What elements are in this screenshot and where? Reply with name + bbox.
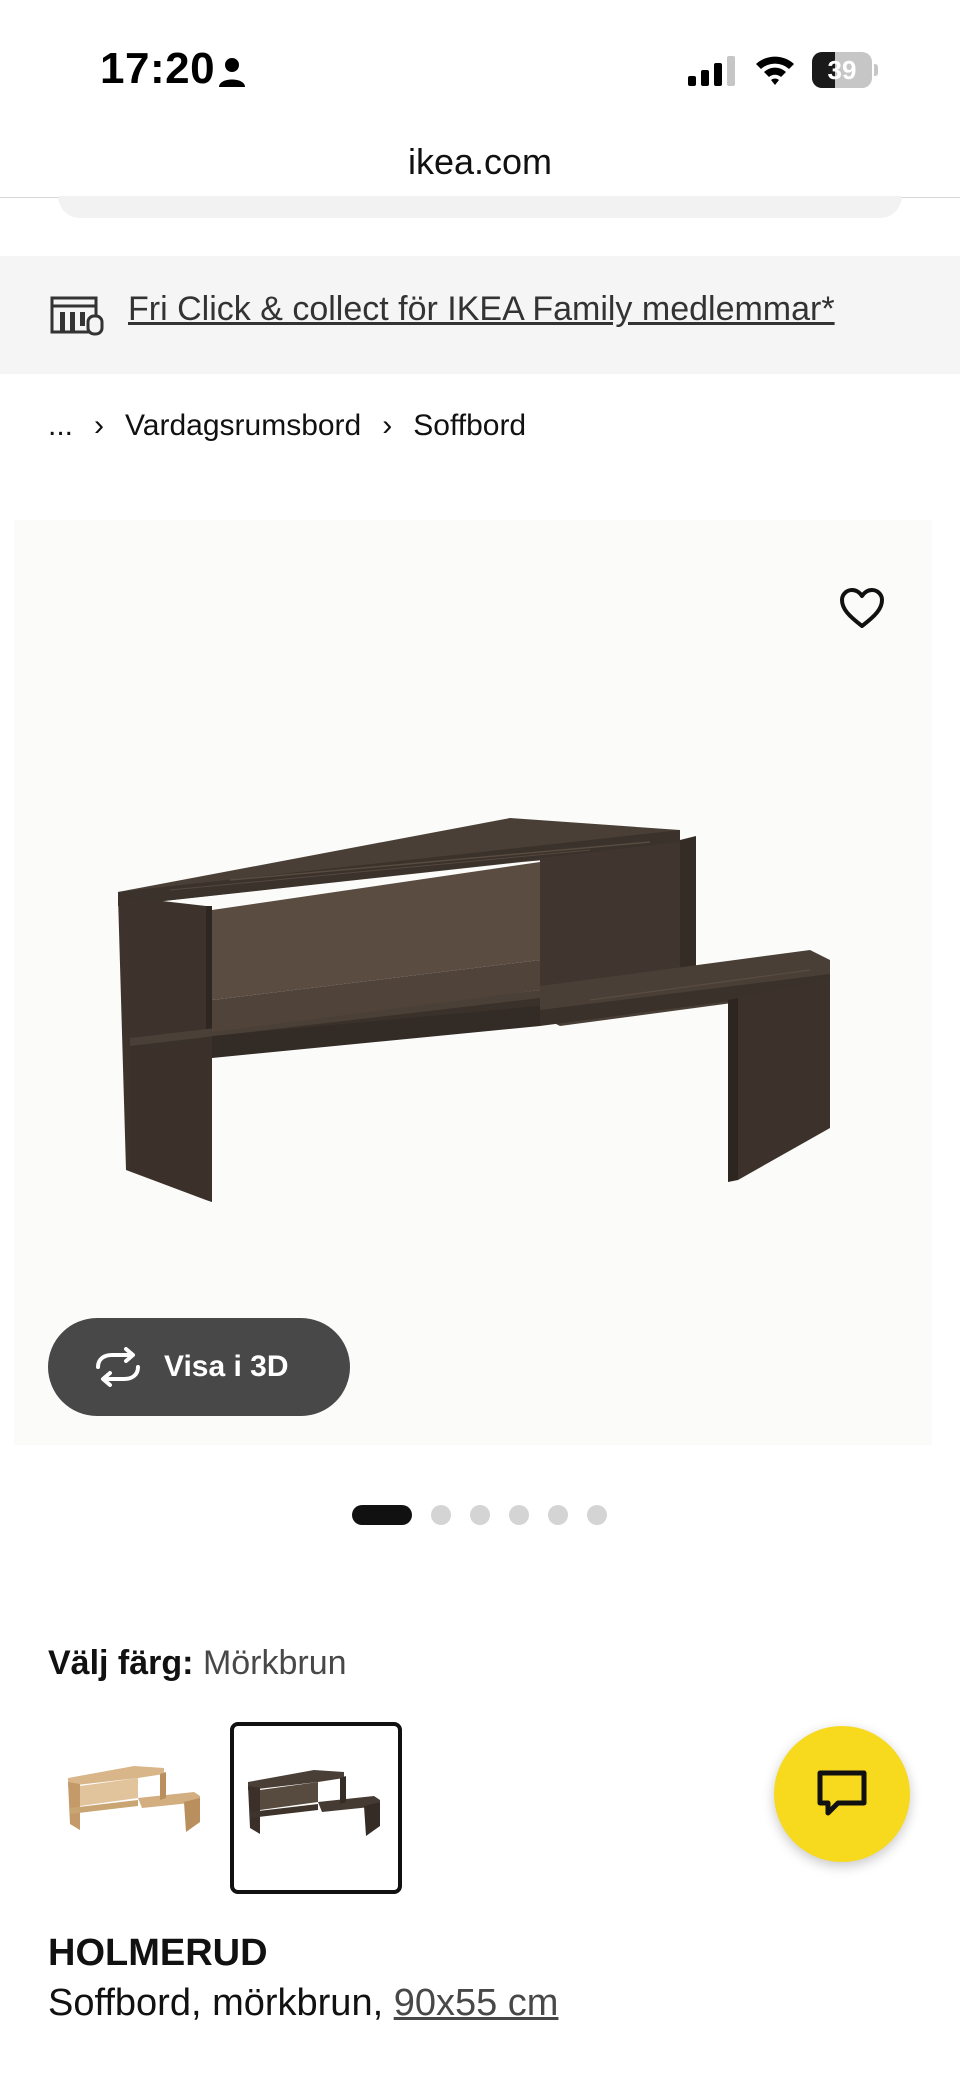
carousel-dot[interactable] (548, 1505, 568, 1525)
breadcrumb: ... › Vardagsrumsbord › Soffbord (48, 404, 526, 448)
favorite-button[interactable] (822, 568, 902, 648)
color-option-dark-brown[interactable] (230, 1722, 402, 1894)
carousel-dot[interactable] (509, 1505, 529, 1525)
carousel-dot[interactable] (587, 1505, 607, 1525)
product-name: HOLMERUD (48, 1932, 268, 1974)
battery-icon: 39 (812, 52, 878, 88)
url-bar[interactable]: ikea.com (0, 130, 960, 198)
carousel-dot[interactable] (352, 1505, 412, 1525)
wifi-icon (756, 56, 794, 85)
rotate-icon (96, 1347, 140, 1387)
color-picker-selected-value: Mörkbrun (202, 1644, 347, 1682)
product-size-link[interactable]: 90x55 cm (394, 1982, 559, 2024)
url-text: ikea.com (407, 141, 553, 182)
carousel-dot[interactable] (431, 1505, 451, 1525)
product-thumbnail (248, 1770, 380, 1836)
product-image (118, 818, 830, 1202)
breadcrumb-soffbord[interactable]: Soffbord (413, 409, 526, 443)
color-option-light-oak[interactable] (54, 1722, 226, 1894)
heart-icon (840, 588, 884, 628)
store-icon (50, 296, 104, 336)
chevron-right-icon: › (94, 409, 105, 442)
status-bar: 17:20 39 (0, 0, 960, 130)
color-picker-heading: Välj färg: Mörkbrun (48, 1644, 347, 1683)
search-bar-edge (58, 196, 902, 218)
product-description: Soffbord, mörkbrun, 90x55 cm (48, 1982, 558, 2025)
battery-level: 39 (827, 55, 857, 85)
promo-banner: Fri Click & collect för IKEA Family medl… (0, 256, 960, 374)
carousel-dot[interactable] (470, 1505, 490, 1525)
chat-icon (817, 1770, 867, 1816)
product-description-text: Soffbord, mörkbrun, (48, 1982, 384, 2024)
chevron-right-icon: › (382, 409, 393, 442)
breadcrumb-vardagsrumsbord[interactable]: Vardagsrumsbord (125, 409, 361, 443)
product-thumbnail (68, 1766, 200, 1832)
breadcrumb-ellipsis[interactable]: ... (48, 409, 73, 443)
status-time: 17:20 (100, 44, 216, 93)
signal-icon (688, 56, 735, 86)
view-in-3d-button[interactable]: Visa i 3D (48, 1318, 350, 1416)
carousel-indicator (352, 1504, 626, 1526)
chat-button[interactable] (774, 1726, 910, 1862)
person-icon (219, 58, 245, 87)
view-in-3d-label: Visa i 3D (164, 1350, 289, 1383)
color-picker-label: Välj färg: (48, 1644, 194, 1682)
click-collect-link[interactable]: Fri Click & collect för IKEA Family medl… (128, 290, 835, 329)
